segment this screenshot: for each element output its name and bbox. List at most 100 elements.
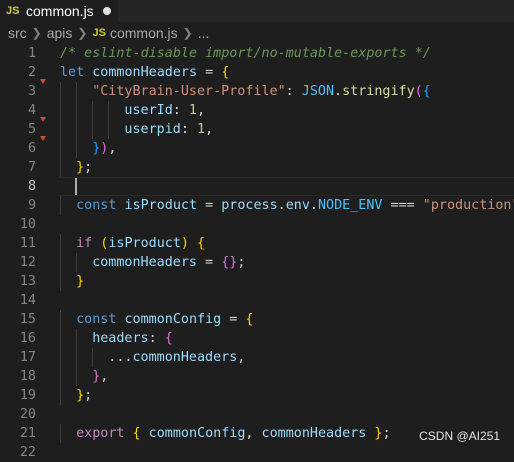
code-text: const isProduct = process.env.NODE_ENV =… bbox=[76, 198, 514, 213]
code-text: userId: 1, bbox=[124, 103, 206, 118]
indent-guide bbox=[92, 101, 94, 120]
indent-guide bbox=[76, 120, 78, 139]
code-line[interactable]: 16 headers: { bbox=[0, 329, 514, 348]
unsaved-dot-icon[interactable] bbox=[102, 7, 111, 15]
chevron-right-icon: ❯ bbox=[31, 26, 42, 40]
indent-guide bbox=[108, 120, 110, 139]
code-line[interactable]: 6}), bbox=[0, 136, 514, 158]
code-text: } bbox=[76, 274, 85, 289]
indent-guide bbox=[60, 82, 61, 101]
tab-common-js[interactable]: JS common.js bbox=[0, 0, 118, 22]
chevron-right-icon: ❯ bbox=[182, 26, 193, 40]
code-line[interactable]: 11 if (isProduct) { bbox=[0, 234, 514, 253]
code-text: }; bbox=[76, 388, 93, 403]
code-text: userpid: 1, bbox=[124, 122, 214, 137]
line-number: 6 bbox=[27, 141, 36, 156]
breadcrumb-symbols[interactable]: ... bbox=[198, 25, 210, 41]
code-line[interactable]: 19}; bbox=[0, 386, 514, 405]
indent-guide bbox=[60, 329, 61, 348]
code-line[interactable]: 2 let commonHeaders = { bbox=[0, 63, 514, 82]
deleted-line-marker-icon[interactable] bbox=[40, 136, 46, 141]
line-number: 4 bbox=[27, 103, 36, 118]
deleted-line-marker-icon[interactable] bbox=[40, 117, 46, 122]
code-text: commonHeaders = {}; bbox=[92, 255, 246, 270]
code-line[interactable]: 4 userId: 1, bbox=[0, 101, 514, 120]
breadcrumb-apis[interactable]: apis bbox=[47, 25, 73, 41]
line-number: 1 bbox=[27, 46, 36, 61]
code-line[interactable]: 3 "CityBrain-User-Profile": JSON.stringif… bbox=[0, 79, 514, 101]
code-line[interactable]: 17 ...commonHeaders, bbox=[0, 348, 514, 367]
indent-guide bbox=[60, 367, 61, 386]
indent-guide bbox=[76, 139, 78, 158]
line-number: 7 bbox=[27, 160, 36, 175]
line-number: 21 bbox=[19, 426, 36, 441]
indent-guide bbox=[60, 272, 61, 291]
code-line[interactable]: 8 bbox=[0, 177, 514, 196]
code-text: "CityBrain-User-Profile": JSON.stringify… bbox=[92, 84, 431, 99]
line-number: 15 bbox=[19, 312, 36, 327]
line-number: 3 bbox=[27, 84, 36, 99]
indent-guide bbox=[60, 139, 61, 158]
code-text: let commonHeaders = { bbox=[60, 65, 230, 80]
line-number: 10 bbox=[19, 217, 36, 232]
indent-guide bbox=[60, 196, 61, 215]
indent-guide bbox=[60, 310, 61, 329]
code-line[interactable]: 1 /* eslint-disable import/no-mutable-exp… bbox=[0, 44, 514, 63]
indent-guide bbox=[60, 424, 61, 443]
code-line[interactable]: 9 const isProduct = process.env.NODE_ENV … bbox=[0, 196, 514, 215]
code-line[interactable]: 13} bbox=[0, 272, 514, 291]
breadcrumb-file[interactable]: common.js bbox=[110, 25, 178, 41]
code-line[interactable]: 10 bbox=[0, 215, 514, 234]
indent-guide bbox=[76, 101, 78, 120]
indent-guide bbox=[60, 101, 61, 120]
code-text: export { commonConfig, commonHeaders }; bbox=[76, 426, 391, 441]
line-number: 2 bbox=[27, 65, 36, 80]
tab-bar: JS common.js bbox=[0, 0, 514, 22]
code-line[interactable]: 15 const commonConfig = { bbox=[0, 310, 514, 329]
code-text: }, bbox=[92, 369, 109, 384]
current-line-highlight bbox=[58, 177, 514, 196]
code-text: }; bbox=[76, 160, 93, 175]
code-line[interactable]: 5 userpid: 1, bbox=[0, 117, 514, 139]
deleted-line-marker-icon[interactable] bbox=[40, 79, 46, 84]
indent-guide bbox=[60, 234, 61, 253]
javascript-file-icon: JS bbox=[92, 27, 106, 39]
code-text: ...commonHeaders, bbox=[108, 350, 246, 365]
indent-guide bbox=[60, 253, 61, 272]
code-line[interactable]: 7}; bbox=[0, 158, 514, 177]
indent-guide bbox=[76, 253, 78, 272]
line-number: 5 bbox=[27, 122, 36, 137]
code-line[interactable]: 14 bbox=[0, 291, 514, 310]
code-editor[interactable]: 1 /* eslint-disable import/no-mutable-exp… bbox=[0, 44, 514, 460]
line-number: 11 bbox=[19, 236, 36, 251]
indent-guide bbox=[60, 158, 61, 177]
indent-guide bbox=[92, 348, 94, 367]
code-text: const commonConfig = { bbox=[76, 312, 254, 327]
chevron-right-icon: ❯ bbox=[77, 26, 88, 40]
javascript-file-icon: JS bbox=[6, 5, 20, 17]
tab-label: common.js bbox=[26, 3, 94, 19]
code-text: headers: { bbox=[92, 331, 173, 346]
indent-guide bbox=[76, 367, 78, 386]
breadcrumb-src[interactable]: src bbox=[8, 25, 27, 41]
code-line[interactable]: 20 bbox=[0, 405, 514, 424]
line-number: 9 bbox=[27, 198, 36, 213]
line-number: 8 bbox=[27, 179, 36, 194]
line-number: 13 bbox=[19, 274, 36, 289]
line-number: 16 bbox=[19, 331, 36, 346]
indent-guide bbox=[60, 348, 61, 367]
indent-guide bbox=[108, 101, 110, 120]
line-number: 12 bbox=[19, 255, 36, 270]
text-cursor bbox=[75, 178, 77, 195]
line-number: 17 bbox=[19, 350, 36, 365]
watermark: CSDN @AI251 bbox=[419, 429, 500, 443]
code-line[interactable]: 18}, bbox=[0, 367, 514, 386]
code-text: /* eslint-disable import/no-mutable-expo… bbox=[60, 46, 431, 61]
line-number: 14 bbox=[19, 293, 36, 308]
line-number: 20 bbox=[19, 407, 36, 422]
indent-guide bbox=[76, 348, 78, 367]
breadcrumb: src ❯ apis ❯ JS common.js ❯ ... bbox=[0, 22, 514, 44]
indent-guide bbox=[60, 386, 61, 405]
line-number: 19 bbox=[19, 388, 36, 403]
code-line[interactable]: 12 commonHeaders = {}; bbox=[0, 253, 514, 272]
